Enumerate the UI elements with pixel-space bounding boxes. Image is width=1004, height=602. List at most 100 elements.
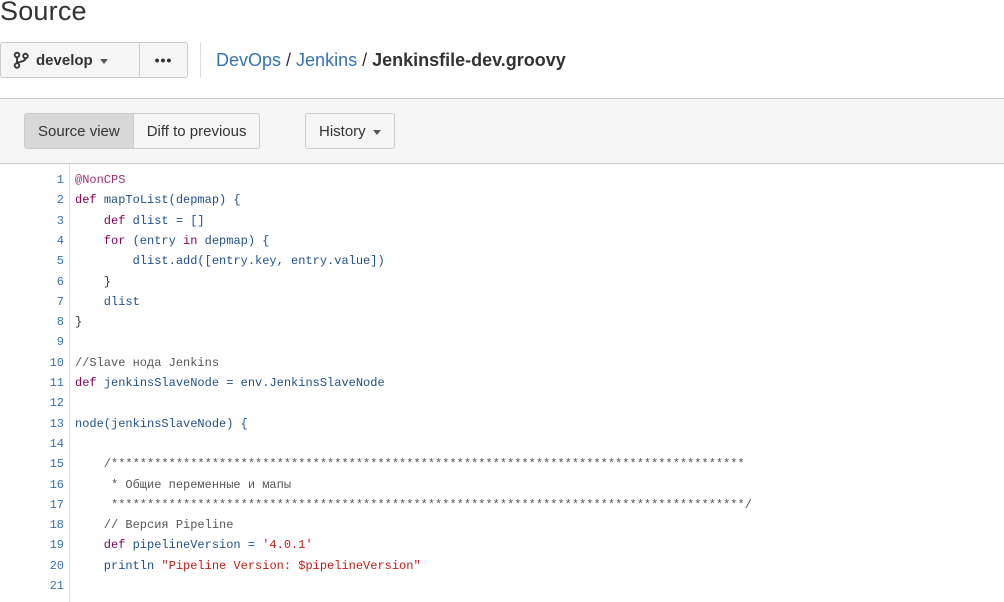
breadcrumb-current-file: Jenkinsfile-dev.groovy: [372, 49, 566, 70]
repo-toolbar: develop ••• DevOps / Jenkins / Jenkinsfi…: [0, 42, 566, 78]
chevron-down-icon: [99, 58, 108, 64]
code-token: @NonCPS: [75, 173, 126, 187]
line-number[interactable]: 20: [0, 556, 64, 576]
line-number[interactable]: 16: [0, 475, 64, 495]
code-line: 1 @NonCPS: [0, 170, 1004, 190]
chevron-down-icon: [372, 129, 381, 135]
line-number[interactable]: 21: [0, 576, 64, 596]
line-number[interactable]: 19: [0, 535, 64, 555]
code-token: def: [75, 376, 104, 390]
code-text: @NonCPS: [75, 170, 125, 190]
code-token: mapToList(depmap) {: [103, 193, 241, 208]
code-text: def jenkinsSlaveNode = env.JenkinsSlaveN…: [75, 373, 385, 393]
code-text: }: [75, 272, 111, 292]
code-text: def dlist = []: [75, 211, 205, 231]
file-toolbar: Source view Diff to previous History: [0, 98, 1004, 164]
line-number[interactable]: 7: [0, 292, 64, 312]
line-number[interactable]: 5: [0, 251, 64, 271]
code-line: 10 //Slave нода Jenkins: [0, 353, 1004, 373]
code-token: //Slave нода Jenkins: [75, 355, 220, 370]
history-button[interactable]: History: [305, 113, 395, 149]
history-label: History: [319, 122, 366, 140]
code-line: 17 *************************************…: [0, 495, 1004, 515]
code-text: def mapToList(depmap) {: [75, 190, 241, 210]
more-actions-button[interactable]: •••: [140, 42, 188, 78]
code-line: 4 for (entry in depmap) {: [0, 231, 1004, 251]
code-line: 8}: [0, 312, 1004, 332]
line-number[interactable]: 17: [0, 495, 64, 515]
code-token: (entry: [132, 233, 184, 248]
code-text: //Slave нода Jenkins: [75, 353, 219, 373]
branch-selector-button[interactable]: develop: [0, 42, 140, 78]
code-line: 11 def jenkinsSlaveNode = env.JenkinsSlav…: [0, 373, 1004, 393]
breadcrumb-separator: /: [362, 49, 368, 70]
line-number[interactable]: 15: [0, 454, 64, 474]
code-line: 2 def mapToList(depmap) {: [0, 190, 1004, 210]
code-line: 21: [0, 576, 1004, 596]
branch-button-group: develop •••: [0, 42, 188, 78]
code-line: 14: [0, 434, 1004, 454]
code-line: 5 dlist.add([entry.key, entry.value]): [0, 251, 1004, 271]
breadcrumb-link-jenkins[interactable]: Jenkins: [296, 50, 357, 71]
code-line: 9: [0, 332, 1004, 352]
view-toggle-group: Source view Diff to previous: [24, 113, 261, 149]
code-token: ****************************************…: [75, 497, 752, 512]
code-token: node(jenkinsSlaveNode) {: [75, 416, 248, 431]
code-text: println "Pipeline Version: $pipelineVers…: [75, 556, 421, 576]
breadcrumb: DevOps / Jenkins / Jenkinsfile-dev.groov…: [216, 50, 566, 71]
line-number[interactable]: 14: [0, 434, 64, 454]
code-text: }: [75, 312, 82, 332]
line-number[interactable]: 13: [0, 414, 64, 434]
breadcrumb-separator: /: [286, 49, 292, 70]
code-token: "Pipeline Version: $pipelineVersion": [161, 558, 421, 573]
code-line: 12: [0, 393, 1004, 413]
code-line: 18 // Версия Pipeline: [0, 515, 1004, 535]
code-token: println: [75, 558, 162, 573]
code-token: }: [75, 274, 112, 289]
code-token: depmap) {: [204, 233, 270, 248]
line-number[interactable]: 10: [0, 353, 64, 373]
line-number[interactable]: 2: [0, 190, 64, 210]
line-number[interactable]: 9: [0, 332, 64, 352]
line-number[interactable]: 12: [0, 393, 64, 413]
code-text: // Версия Pipeline: [75, 515, 234, 535]
code-token: pipelineVersion =: [132, 538, 263, 553]
code-token: dlist.add([entry.key, entry.value]): [75, 254, 385, 269]
code-token: // Версия Pipeline: [75, 518, 234, 533]
line-number[interactable]: 18: [0, 515, 64, 535]
page-title: Source: [0, 0, 87, 26]
breadcrumb-link-devops[interactable]: DevOps: [216, 50, 281, 71]
code-text: dlist: [75, 292, 140, 312]
code-token: }: [75, 315, 83, 330]
code-text: def pipelineVersion = '4.0.1': [75, 535, 313, 555]
code-text: * Общие переменные и мапы: [75, 475, 291, 495]
line-number[interactable]: 8: [0, 312, 64, 332]
line-number[interactable]: 11: [0, 373, 64, 393]
code-line: 15 /************************************…: [0, 454, 1004, 474]
branch-name: develop: [36, 51, 93, 69]
source-page: Source develop ••• DevOps / Jenkins / Je…: [0, 0, 1004, 602]
line-number[interactable]: 4: [0, 231, 64, 251]
code-line: 6 }: [0, 272, 1004, 292]
branch-icon: [13, 51, 29, 69]
diff-to-previous-button[interactable]: Diff to previous: [133, 113, 261, 149]
line-number[interactable]: 6: [0, 272, 64, 292]
code-viewer: 1 @NonCPS 2 def mapToList(depmap) {3 def dl…: [0, 164, 1004, 602]
source-view-button[interactable]: Source view: [24, 113, 134, 149]
code-text: dlist.add([entry.key, entry.value]): [75, 251, 385, 271]
code-text: ****************************************…: [75, 495, 752, 515]
line-number[interactable]: 3: [0, 211, 64, 231]
code-token: dlist: [75, 294, 140, 309]
code-line: 3 def dlist = []: [0, 211, 1004, 231]
code-token: for: [75, 233, 133, 248]
code-token: dlist = []: [132, 213, 205, 228]
code-text: /***************************************…: [75, 454, 745, 474]
code-text: node(jenkinsSlaveNode) {: [75, 414, 248, 434]
code-token: * Общие переменные и мапы: [75, 477, 292, 492]
code-text: for (entry in depmap) {: [75, 231, 270, 251]
code-line: 16 * Общие переменные и мапы: [0, 475, 1004, 495]
code-token: def: [75, 193, 104, 208]
code-line: 7 dlist: [0, 292, 1004, 312]
code-token: in: [183, 233, 205, 248]
line-number[interactable]: 1: [0, 170, 64, 190]
